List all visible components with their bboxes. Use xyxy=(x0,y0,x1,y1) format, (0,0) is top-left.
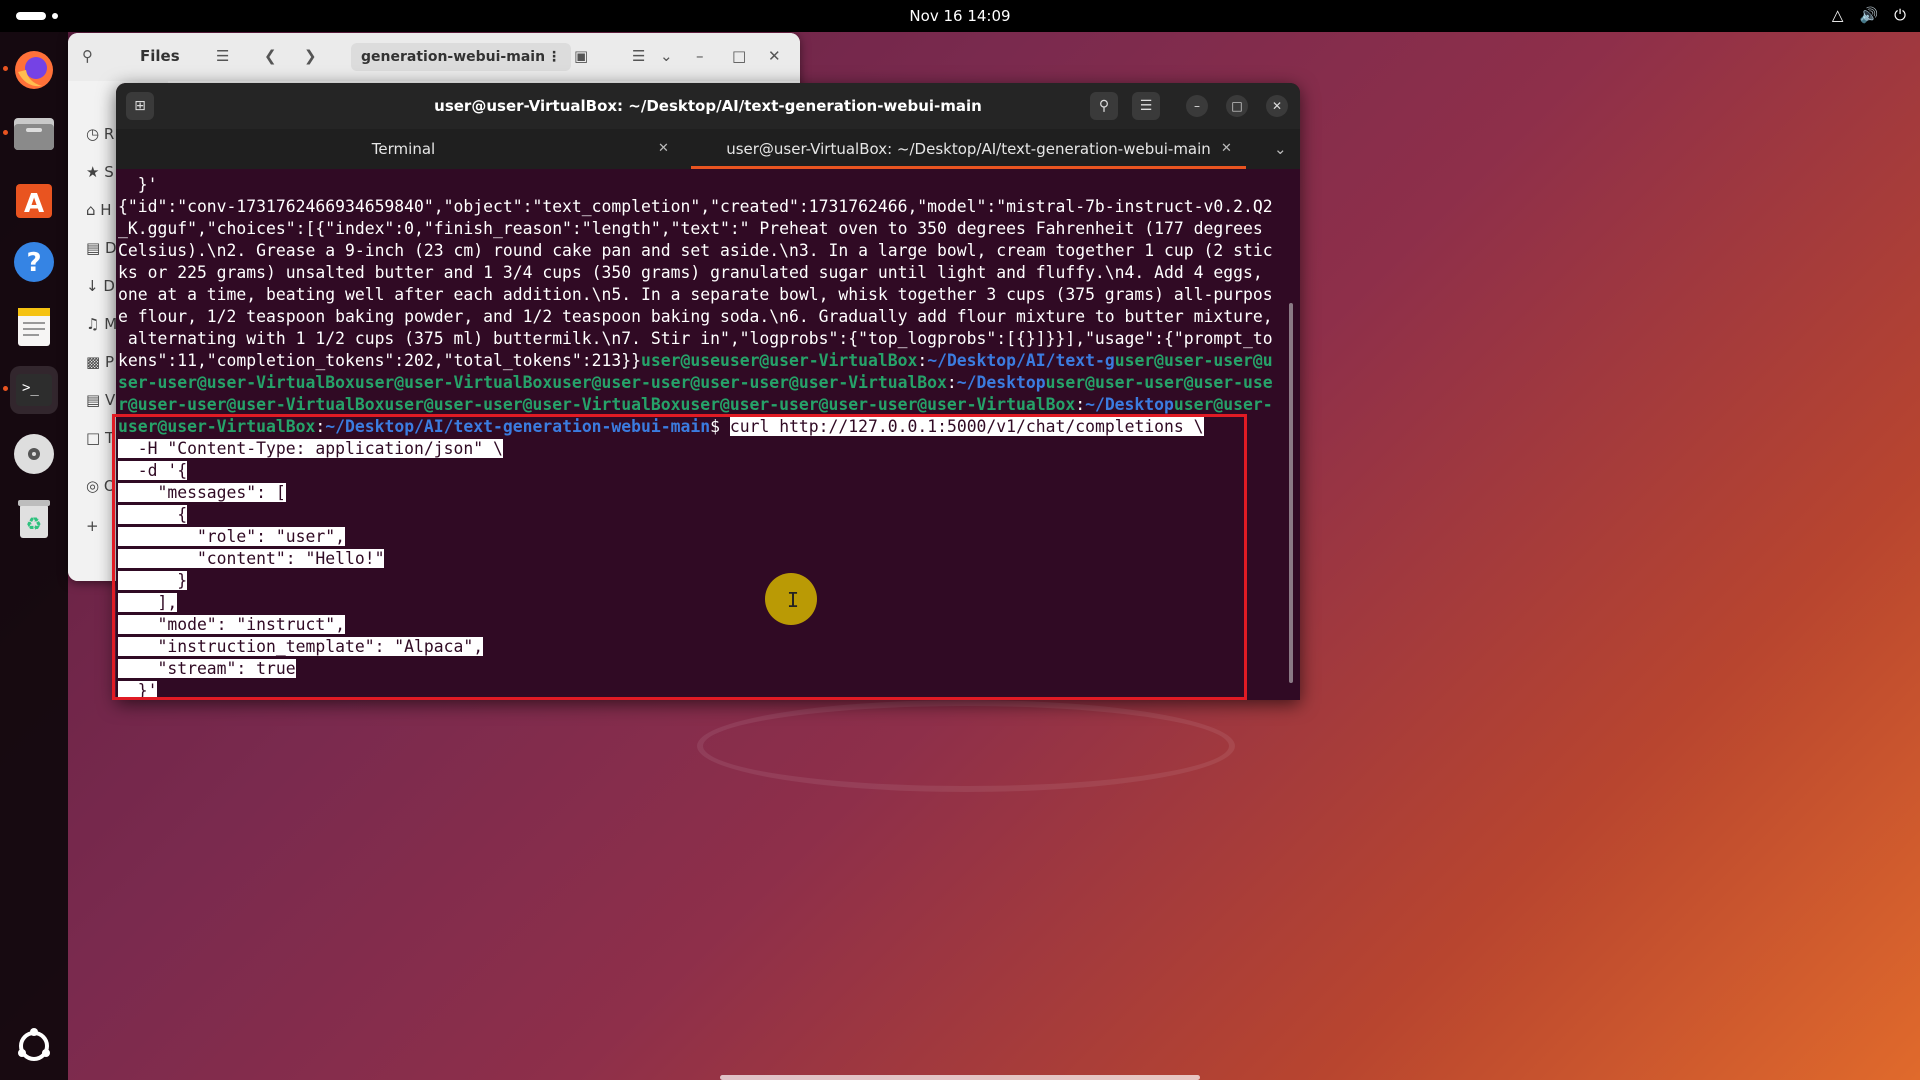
trash-icon[interactable]: ♻ xyxy=(10,494,58,542)
running-indicator xyxy=(3,386,8,391)
minimize-icon[interactable]: – xyxy=(696,47,704,65)
terminal-title: user@user-VirtualBox: ~/Desktop/AI/text-… xyxy=(434,97,982,115)
maximize-icon[interactable]: □ xyxy=(732,47,746,65)
output-line: Celsius).\n2. Grease a 9-inch (23 cm) ro… xyxy=(118,241,1273,260)
music-icon[interactable]: ♫ M xyxy=(86,315,117,333)
terminal-scrollbar[interactable] xyxy=(1289,303,1293,683)
text-cursor-icon: I xyxy=(787,588,800,612)
minimize-icon[interactable]: – xyxy=(1186,95,1208,117)
tab-terminal[interactable]: Terminal xyxy=(116,129,691,169)
svg-text:>_: >_ xyxy=(22,380,39,396)
search-icon[interactable]: ⚲ xyxy=(82,47,93,65)
home-icon[interactable]: ⌂ H xyxy=(86,201,112,219)
documents-icon[interactable]: ▤ D xyxy=(86,239,117,257)
videos-icon[interactable]: ▤ V xyxy=(86,391,115,409)
output-line: }' xyxy=(118,175,158,194)
menu-icon[interactable]: ☰ xyxy=(216,47,229,65)
output-line: {"id":"conv-1731762466934659840","object… xyxy=(118,197,1273,216)
tab-bar: Terminal ✕ user@user-VirtualBox: ~/Deskt… xyxy=(116,129,1300,169)
wallpaper-decoration xyxy=(697,700,1235,792)
pictures-icon[interactable]: ▩ P xyxy=(86,353,114,371)
close-icon[interactable]: ✕ xyxy=(1266,95,1288,117)
terminal-app-icon[interactable]: >_ xyxy=(10,366,58,414)
recent-icon[interactable]: ◷ R xyxy=(86,125,114,143)
files-title: Files xyxy=(140,47,180,65)
add-location-icon[interactable]: + xyxy=(86,517,99,535)
path-menu-icon[interactable]: ⋮ xyxy=(547,43,561,71)
tab-label: Terminal xyxy=(371,140,436,158)
optical-disc-icon[interactable] xyxy=(10,430,58,478)
trash-sidebar-icon[interactable]: □ T xyxy=(86,429,114,447)
show-apps-icon[interactable] xyxy=(10,1022,58,1070)
path-bar[interactable]: generation-webui-main ⋮ xyxy=(351,43,571,71)
help-icon[interactable]: ? xyxy=(10,238,58,286)
tabs-dropdown-icon[interactable]: ⌄ xyxy=(1274,129,1287,169)
downloads-icon[interactable]: ↓ D xyxy=(86,277,115,295)
maximize-icon[interactable]: □ xyxy=(1226,95,1248,117)
close-icon[interactable]: ✕ xyxy=(768,47,781,65)
prompt-line: r@user-user@user-VirtualBoxuser@user-use… xyxy=(118,395,1273,414)
forward-icon[interactable]: ❯ xyxy=(304,47,317,65)
output-line: e flour, 1/2 teaspoon baking powder, and… xyxy=(118,307,1273,326)
power-icon: ⏻ xyxy=(1894,6,1906,24)
list-view-icon[interactable]: ☰ xyxy=(632,47,645,65)
output-line: _K.gguf","choices":[{"index":0,"finish_r… xyxy=(118,219,1263,238)
running-indicator xyxy=(3,66,8,71)
tab-close-icon[interactable]: ✕ xyxy=(1221,129,1232,169)
system-tray[interactable]: △ 🔊 ⏻ xyxy=(1832,6,1906,24)
tab-active-session[interactable]: user@user-VirtualBox: ~/Desktop/AI/text-… xyxy=(691,129,1246,169)
firefox-icon[interactable] xyxy=(10,46,58,94)
text-editor-icon[interactable] xyxy=(10,302,58,350)
app-center-icon[interactable]: A xyxy=(10,174,58,222)
svg-text:?: ? xyxy=(26,248,41,278)
output-line: kens":11,"completion_tokens":202,"total_… xyxy=(118,351,1273,370)
view-options-icon[interactable]: ⌄ xyxy=(660,47,673,65)
volume-icon: 🔊 xyxy=(1859,6,1879,24)
highlight-box xyxy=(112,414,1247,700)
hamburger-menu-icon[interactable]: ☰ xyxy=(1132,92,1160,120)
output-line: alternating with 1 1/2 cups (375 ml) but… xyxy=(118,329,1273,348)
terminal-header-bar: ⊞ user@user-VirtualBox: ~/Desktop/AI/tex… xyxy=(116,83,1300,129)
network-icon: △ xyxy=(1831,6,1844,24)
search-icon[interactable]: ⚲ xyxy=(1090,92,1118,120)
tab-label: user@user-VirtualBox: ~/Desktop/AI/text-… xyxy=(726,140,1211,158)
running-indicator xyxy=(3,130,8,135)
top-bar: Nov 16 14:09 △ 🔊 ⏻ xyxy=(0,0,1920,32)
prompt-line: ser-user@user-VirtualBoxuser@user-Virtua… xyxy=(118,373,1273,392)
output-line: ks or 225 grams) unsalted butter and 1 3… xyxy=(118,263,1263,282)
bottom-bar xyxy=(720,1075,1200,1080)
files-header-bar: ⚲ Files ☰ ❮ ❯ generation-webui-main ⋮ ▣ ☰… xyxy=(68,33,800,81)
tab-close-icon[interactable]: ✕ xyxy=(658,129,669,169)
path-label: generation-webui-main xyxy=(361,49,546,65)
dock: A ? >_ ♻ xyxy=(0,32,68,1080)
files-app-icon[interactable] xyxy=(10,110,58,158)
svg-text:A: A xyxy=(24,189,44,219)
clock[interactable]: Nov 16 14:09 xyxy=(0,7,1920,25)
open-terminal-icon[interactable]: ▣ xyxy=(574,47,588,65)
svg-text:♻: ♻ xyxy=(26,514,42,535)
starred-icon[interactable]: ★ S xyxy=(86,163,114,181)
back-icon[interactable]: ❮ xyxy=(264,47,277,65)
active-tab-indicator xyxy=(691,166,1246,169)
output-line: one at a time, beating well after each a… xyxy=(118,285,1273,304)
